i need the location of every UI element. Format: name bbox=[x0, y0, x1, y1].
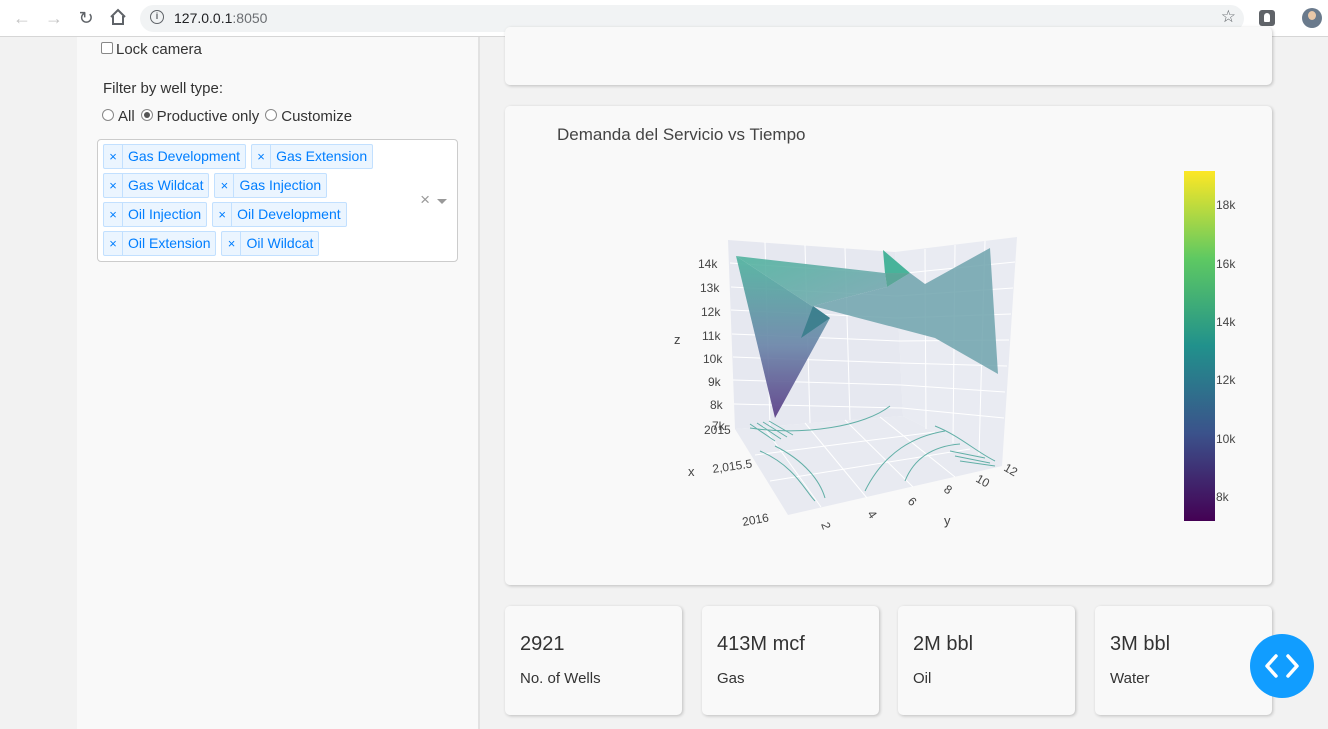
remove-tag-icon[interactable]: × bbox=[213, 203, 233, 226]
url-text: 127.0.0.1:8050 bbox=[174, 10, 268, 26]
radio-customize[interactable]: Customize bbox=[265, 108, 352, 125]
tag-oil-development: × Oil Development bbox=[212, 202, 347, 227]
stat-value: 3M bbl bbox=[1110, 633, 1171, 655]
colorbar bbox=[1184, 171, 1215, 521]
remove-tag-icon[interactable]: × bbox=[222, 232, 242, 255]
stat-card-wells: 2921 No. of Wells bbox=[505, 606, 682, 715]
extension-icon[interactable] bbox=[1259, 10, 1275, 26]
demand-chart-card: Demanda del Servicio vs Tiempo 14k 13k 1… bbox=[505, 106, 1272, 585]
forward-icon[interactable]: → bbox=[44, 8, 64, 28]
bookmark-star-icon[interactable]: ☆ bbox=[1221, 7, 1236, 27]
z-axis-label: z bbox=[674, 332, 681, 347]
colorbar-tick: 10k bbox=[1216, 432, 1236, 446]
top-card bbox=[505, 27, 1272, 85]
code-brackets-icon bbox=[1265, 654, 1299, 678]
tag-gas-wildcat: × Gas Wildcat bbox=[103, 173, 210, 198]
back-icon[interactable]: ← bbox=[12, 8, 32, 28]
colorbar-ticks: 18k 16k 14k 12k 10k 8k bbox=[1216, 198, 1236, 504]
x-tick: 2015 bbox=[704, 423, 731, 437]
home-icon[interactable] bbox=[108, 8, 128, 28]
surface-plot[interactable]: 14k 13k 12k 11k 10k 9k 8k 7k z 2015 2,01… bbox=[505, 106, 1272, 585]
x-tick: 2016 bbox=[741, 510, 770, 528]
remove-tag-icon[interactable]: × bbox=[104, 145, 123, 168]
y-axis-label: y bbox=[944, 513, 951, 528]
radio-circle[interactable] bbox=[102, 109, 114, 121]
stat-value: 2M bbl bbox=[913, 633, 974, 655]
well-type-radio-group: All Productive only Customize bbox=[102, 108, 358, 125]
z-tick: 8k bbox=[710, 398, 724, 412]
info-icon[interactable]: i bbox=[150, 10, 164, 24]
x-axis-label: x bbox=[688, 464, 695, 479]
stat-card-oil: 2M bbl Oil bbox=[898, 606, 1075, 715]
dash-app: Lock camera Filter by well type: All Pro… bbox=[0, 27, 1328, 729]
z-tick: 9k bbox=[708, 375, 722, 389]
reload-icon[interactable]: ↻ bbox=[76, 8, 96, 28]
tag-oil-extension: × Oil Extension bbox=[103, 231, 217, 256]
checkbox-box[interactable] bbox=[101, 41, 113, 54]
stat-value: 413M mcf bbox=[717, 633, 805, 655]
tag-gas-injection: × Gas Injection bbox=[214, 173, 328, 198]
y-tick: 12 bbox=[1002, 460, 1021, 479]
stat-label: Oil bbox=[913, 670, 932, 687]
y-tick: 8 bbox=[941, 482, 955, 497]
z-tick: 13k bbox=[700, 281, 720, 295]
stat-value: 2921 bbox=[520, 633, 565, 655]
dropdown-arrow-icon[interactable] bbox=[437, 199, 447, 204]
lock-camera-checkbox[interactable]: Lock camera bbox=[101, 41, 202, 58]
y-tick: 6 bbox=[905, 494, 920, 509]
tag-oil-injection: × Oil Injection bbox=[103, 202, 208, 227]
tag-oil-wildcat: × Oil Wildcat bbox=[221, 231, 320, 256]
y-tick: 10 bbox=[974, 471, 993, 490]
remove-tag-icon[interactable]: × bbox=[252, 145, 272, 168]
y-tick: 4 bbox=[865, 508, 880, 522]
controls-panel: Lock camera Filter by well type: All Pro… bbox=[77, 37, 480, 729]
stat-card-water: 3M bbl Water bbox=[1095, 606, 1272, 715]
z-tick: 11k bbox=[702, 329, 721, 343]
colorbar-tick: 12k bbox=[1216, 373, 1236, 387]
remove-tag-icon[interactable]: × bbox=[215, 174, 235, 197]
stat-label: No. of Wells bbox=[520, 670, 601, 687]
remove-tag-icon[interactable]: × bbox=[104, 174, 123, 197]
filter-label: Filter by well type: bbox=[103, 80, 224, 97]
radio-productive-only[interactable]: Productive only bbox=[140, 108, 259, 125]
profile-avatar[interactable] bbox=[1302, 8, 1322, 28]
colorbar-tick: 8k bbox=[1216, 490, 1230, 504]
well-type-multiselect[interactable]: × Gas Development × Gas Extension × Gas Wil… bbox=[97, 139, 458, 262]
stat-card-gas: 413M mcf Gas bbox=[702, 606, 879, 715]
stat-label: Water bbox=[1110, 670, 1150, 687]
x-tick: 2,015.5 bbox=[711, 456, 753, 475]
tag-gas-extension: × Gas Extension bbox=[251, 144, 374, 169]
radio-circle[interactable] bbox=[265, 109, 278, 121]
tag-gas-development: × Gas Development bbox=[103, 144, 247, 169]
z-tick: 14k bbox=[698, 257, 718, 271]
colorbar-tick: 16k bbox=[1216, 257, 1236, 271]
lock-camera-label: Lock camera bbox=[116, 41, 202, 58]
radio-all[interactable]: All bbox=[102, 108, 135, 125]
z-tick: 10k bbox=[703, 352, 723, 366]
clear-all-icon[interactable]: × bbox=[420, 190, 430, 210]
debug-menu-button[interactable] bbox=[1250, 634, 1314, 698]
remove-tag-icon[interactable]: × bbox=[104, 203, 123, 226]
colorbar-tick: 18k bbox=[1216, 198, 1236, 212]
z-tick: 12k bbox=[701, 305, 721, 319]
stat-label: Gas bbox=[717, 670, 745, 687]
colorbar-tick: 14k bbox=[1216, 315, 1236, 329]
y-tick: 2 bbox=[818, 520, 834, 531]
remove-tag-icon[interactable]: × bbox=[104, 232, 123, 255]
radio-circle-selected[interactable] bbox=[140, 109, 153, 121]
z-axis-ticks: 14k 13k 12k 11k 10k 9k 8k 7k bbox=[698, 257, 726, 433]
